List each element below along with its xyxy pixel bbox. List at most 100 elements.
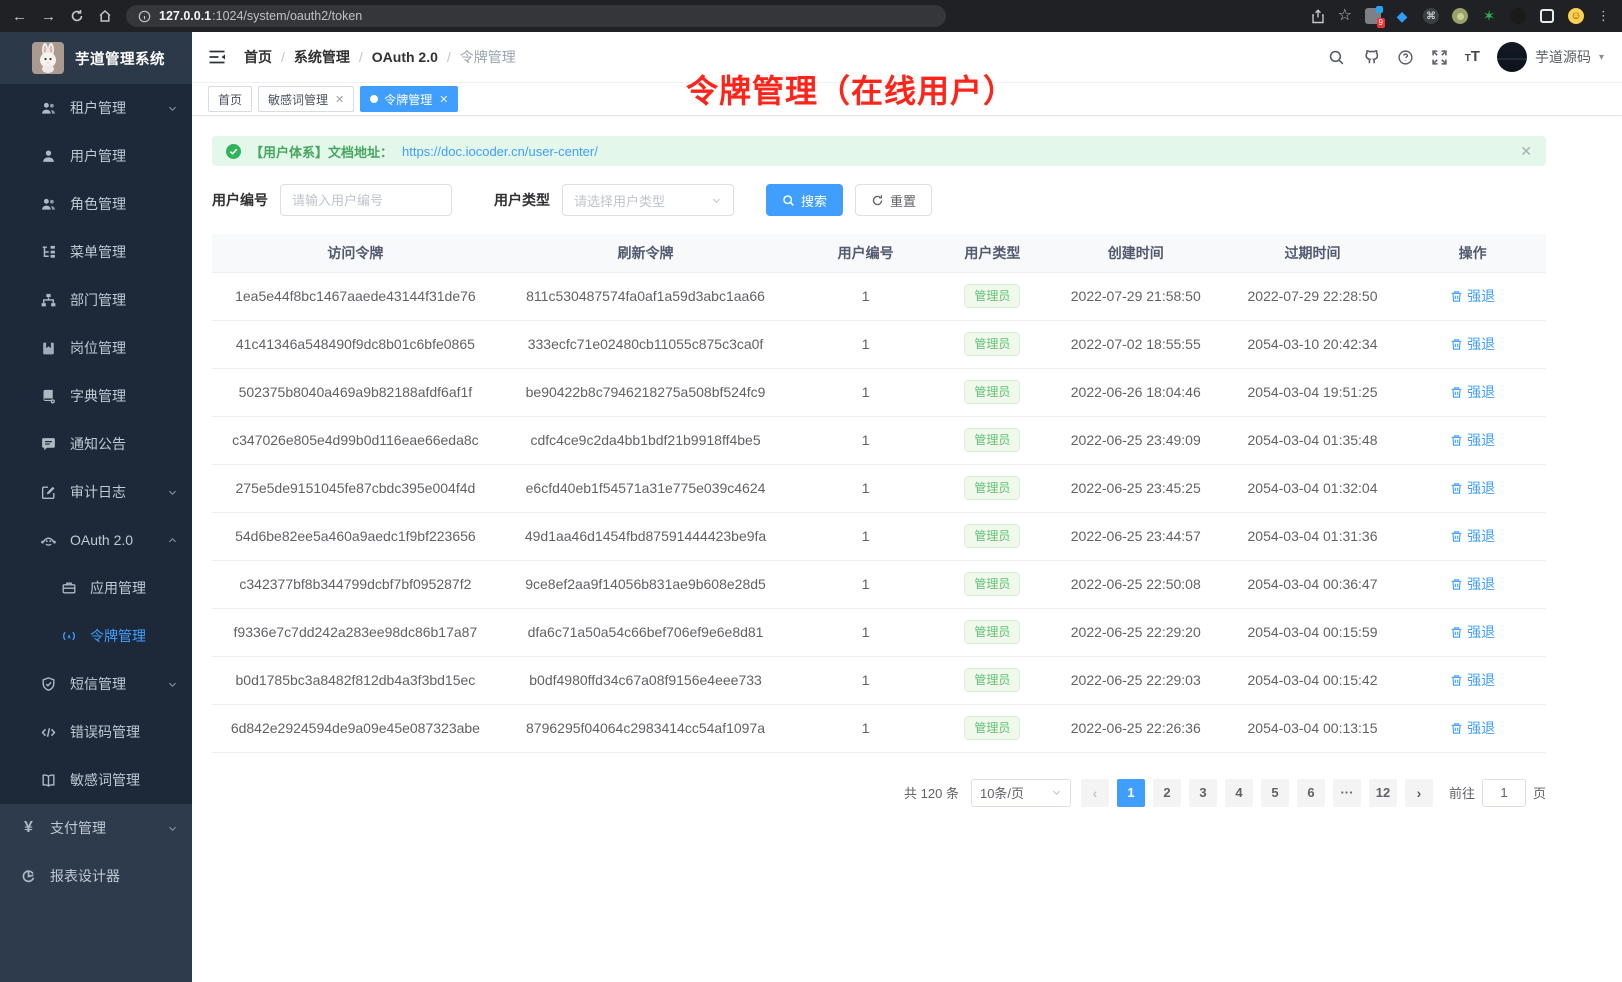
user-menu[interactable]: 芋道源码 ▾ [1497,42,1604,72]
browser-menu-icon[interactable]: ⋮ [1597,8,1610,24]
sidebar-item-sms[interactable]: 短信管理 [0,660,192,708]
breadcrumb-oauth2[interactable]: OAuth 2.0 [372,49,438,65]
close-icon[interactable]: ✕ [439,93,448,106]
tab-sensitive-word[interactable]: 敏感词管理✕ [258,86,354,112]
page-button-1[interactable]: 1 [1117,779,1145,807]
extension-star-icon[interactable]: ✶ [1481,8,1497,24]
profile-avatar-icon[interactable]: ☺ [1568,8,1584,24]
col-expires-at: 过期时间 [1226,234,1399,272]
user-type-badge: 管理员 [964,524,1020,548]
fullscreen-icon[interactable] [1431,49,1448,66]
sidebar-item-label: 租户管理 [70,98,126,118]
bookmark-star-icon[interactable]: ☆ [1338,8,1352,24]
sidebar-item-oauth2-token[interactable]: 令牌管理 [0,612,192,660]
page-button-5[interactable]: 5 [1261,779,1289,807]
browser-back-icon[interactable]: ← [12,9,27,24]
breadcrumb-system[interactable]: 系统管理 [294,47,350,67]
user-id-cell: 1 [792,656,939,704]
extension-pinwheel-icon[interactable] [1510,8,1526,24]
next-page-button[interactable]: › [1405,779,1433,807]
reset-button[interactable]: 重置 [855,184,932,216]
force-logout-link[interactable]: 强退 [1450,334,1495,354]
force-logout-link[interactable]: 强退 [1450,670,1495,690]
extension-cmd-icon[interactable]: ⌘ [1423,8,1439,24]
actions-cell: 强退 [1399,608,1546,656]
user-id-cell: 1 [792,368,939,416]
tab-home[interactable]: 首页 [208,86,252,112]
force-logout-link[interactable]: 强退 [1450,622,1495,642]
page-button-12[interactable]: 12 [1369,779,1397,807]
force-logout-link[interactable]: 强退 [1450,574,1495,594]
extension-pane-icon[interactable] [1539,8,1555,24]
access-token-cell: 275e5de9151045fe87cbdc395e004f4d [212,464,499,512]
sidebar-item-tenant[interactable]: 租户管理 [0,84,192,132]
user-type-select[interactable]: 请选择用户类型 [562,184,734,216]
force-logout-link[interactable]: 强退 [1450,430,1495,450]
sidebar-item-notice[interactable]: 通知公告 [0,420,192,468]
sidebar-item-errcode[interactable]: 错误码管理 [0,708,192,756]
sidebar-item-oauth2-app[interactable]: 应用管理 [0,564,192,612]
table-row: 502375b8040a469a9b82188afdf6af1f be90422… [212,368,1546,416]
sidebar-item-role[interactable]: 角色管理 [0,180,192,228]
created-at-cell: 2022-06-25 22:50:08 [1046,560,1226,608]
search-icon[interactable] [1328,49,1345,66]
force-logout-link[interactable]: 强退 [1450,526,1495,546]
fontsize-icon[interactable]: TT [1465,48,1480,66]
sidebar-item-menu[interactable]: 菜单管理 [0,228,192,276]
page-button-2[interactable]: 2 [1153,779,1181,807]
search-button[interactable]: 搜索 [766,184,843,216]
sidebar-collapse-icon[interactable] [208,49,226,65]
sidebar-item-post[interactable]: 岗位管理 [0,324,192,372]
actions-cell: 强退 [1399,368,1546,416]
sidebar-item-oauth2[interactable]: OAuth 2.0 [0,516,192,564]
force-logout-link[interactable]: 强退 [1450,718,1495,738]
help-icon[interactable] [1397,49,1414,66]
close-icon[interactable]: ✕ [335,93,344,106]
close-icon[interactable]: ✕ [1520,143,1532,160]
github-icon[interactable] [1362,48,1380,66]
sidebar-item-report-designer[interactable]: 报表设计器 [0,852,192,900]
sidebar-item-dict[interactable]: 字典管理 [0,372,192,420]
page-button-6[interactable]: 6 [1297,779,1325,807]
col-access-token: 访问令牌 [212,234,499,272]
navbar-tools: TT 芋道源码 ▾ [1328,42,1604,72]
force-logout-link[interactable]: 强退 [1450,478,1495,498]
browser-forward-icon[interactable]: → [41,9,56,24]
app-logo-row[interactable]: 芋道管理系统 [0,32,192,84]
user-type-cell: 管理员 [939,512,1046,560]
doc-link[interactable]: https://doc.iocoder.cn/user-center/ [402,144,598,159]
badge-icon [40,340,57,357]
tag-tab-bar: 首页 敏感词管理✕ 令牌管理✕ [192,82,1622,116]
chevron-down-icon [167,823,178,834]
sidebar-item-dept[interactable]: 部门管理 [0,276,192,324]
trash-icon [1450,434,1463,447]
extension-gem-icon[interactable]: ◆ [1394,8,1410,24]
site-info-icon[interactable] [138,10,151,23]
browser-reload-icon[interactable] [70,9,84,23]
extension-circle-icon[interactable] [1452,8,1468,24]
sidebar-item-audit-log[interactable]: 审计日志 [0,468,192,516]
url-bar[interactable]: 127.0.0.1:1024/system/oauth2/token [126,5,946,27]
goto-page-input[interactable] [1482,779,1526,807]
sidebar-item-label: 错误码管理 [70,722,140,742]
tab-token[interactable]: 令牌管理✕ [360,86,458,112]
sidebar-item-sensitive-word[interactable]: 敏感词管理 [0,756,192,804]
chevron-down-icon: ▾ [1599,52,1604,63]
page-button-4[interactable]: 4 [1225,779,1253,807]
page-button-3[interactable]: 3 [1189,779,1217,807]
force-logout-link[interactable]: 强退 [1450,286,1495,306]
access-token-cell: c342377bf8b344799dcbf7bf095287f2 [212,560,499,608]
refresh-token-cell: be90422b8c7946218275a508bf524fc9 [499,368,792,416]
breadcrumb-home[interactable]: 首页 [244,47,272,67]
sidebar-item-pay[interactable]: ¥ 支付管理 [0,804,192,852]
sidebar-item-user[interactable]: 用户管理 [0,132,192,180]
user-id-input[interactable] [280,184,452,216]
page-size-select[interactable]: 10条/页 [971,779,1071,807]
browser-home-icon[interactable] [98,9,112,23]
prev-page-button[interactable]: ‹ [1081,779,1109,807]
filter-bar: 用户编号 用户类型 请选择用户类型 搜索 重置 [212,184,1546,216]
force-logout-link[interactable]: 强退 [1450,382,1495,402]
extensions-icon[interactable]: 9 [1365,8,1381,24]
more-pages-button[interactable]: ··· [1333,779,1361,807]
share-icon[interactable] [1311,9,1325,24]
